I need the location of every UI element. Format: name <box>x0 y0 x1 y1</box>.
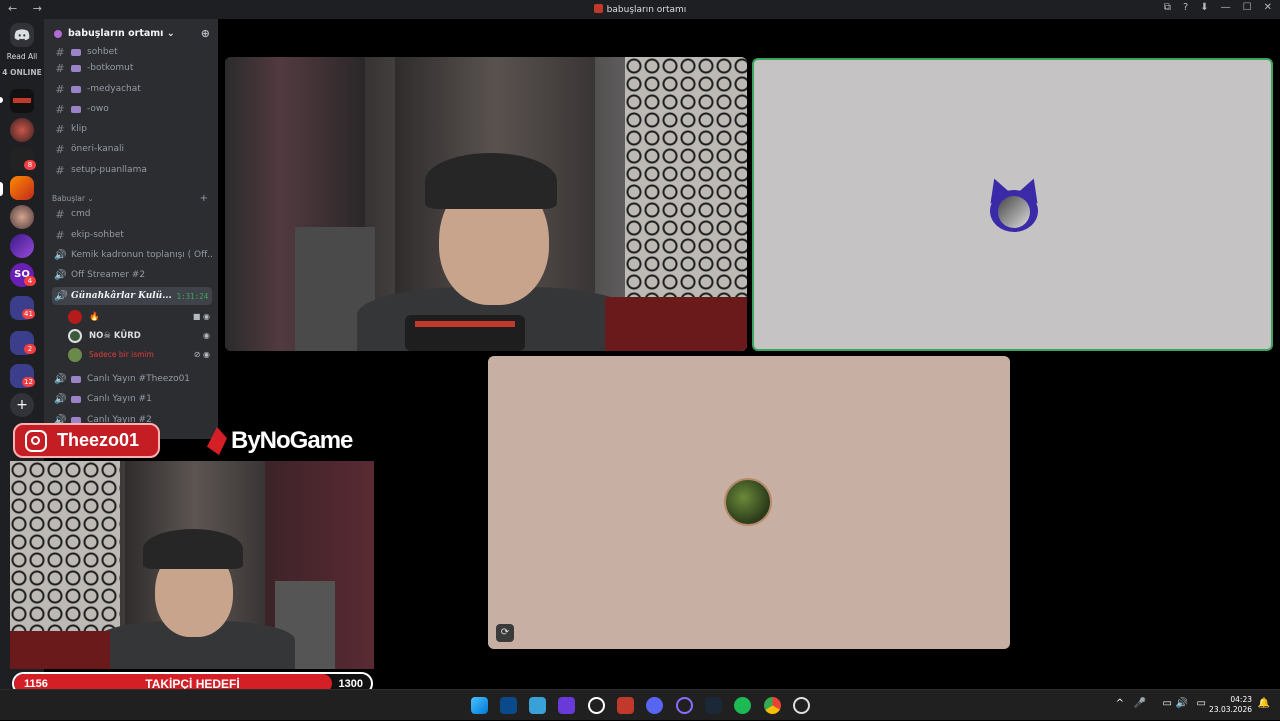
category-babuslar[interactable]: Babuşlar ⌄ + <box>52 193 212 204</box>
channel-oneri[interactable]: # öneri-kanali <box>52 140 212 158</box>
notification-icon[interactable]: 🔔 <box>1258 698 1270 709</box>
user-avatar <box>982 174 1046 234</box>
clock[interactable]: 04:23 23.03.2026 <box>1192 695 1252 715</box>
steam-icon[interactable] <box>705 697 722 714</box>
speaker-icon: 🔊 <box>54 269 67 281</box>
speaker-icon: 🔊 <box>54 373 67 385</box>
channel-botkomut[interactable]: # -botkomut <box>52 59 212 77</box>
obs-icon[interactable] <box>793 697 810 714</box>
unread-badge: 8 <box>24 160 36 170</box>
chrome-icon[interactable] <box>764 697 781 714</box>
add-channel-icon[interactable]: + <box>200 193 208 204</box>
voice-channel-active[interactable]: 🔊 Günahkârlar Kulü... 1:31:24 <box>52 287 212 305</box>
speaker-icon: 🔊 <box>54 249 67 261</box>
sponsor-logo: ByNoGame <box>207 427 353 455</box>
instagram-badge: Theezo01 <box>13 423 160 458</box>
close-button[interactable]: ✕ <box>1264 2 1272 13</box>
voice-channel-kemik[interactable]: 🔊 Kemik kadronun toplanışı ( Off... <box>52 246 212 264</box>
instagram-handle: Theezo01 <box>57 430 140 450</box>
discord-home-icon[interactable] <box>10 23 34 47</box>
hash-icon: # <box>55 122 65 136</box>
hash-icon: # <box>55 82 65 96</box>
server-icon <box>593 4 603 13</box>
volume-icon[interactable]: 🔊 <box>1176 698 1188 709</box>
windows-taskbar: ^ 🎤 ▭ 🔊 ▭ 04:23 23.03.2026 🔔 <box>0 689 1280 720</box>
tray-caret-icon[interactable]: ^ <box>1116 698 1124 709</box>
terminal-icon[interactable] <box>500 697 517 714</box>
hash-icon: # <box>55 228 65 242</box>
server-icon-dragon[interactable] <box>10 118 34 142</box>
bynogame-logo-icon <box>207 427 227 455</box>
server-icon-purple[interactable] <box>10 234 34 258</box>
server-icon-dark[interactable] <box>10 89 34 113</box>
notepad-icon[interactable] <box>529 697 546 714</box>
voicemeeter-icon[interactable] <box>617 697 634 714</box>
status-icon: ◉ <box>203 331 210 340</box>
channel-klip[interactable]: # klip <box>52 120 212 138</box>
spotify-icon[interactable] <box>734 697 751 714</box>
download-icon[interactable]: ⬇ <box>1200 2 1208 13</box>
channel-setup[interactable]: # setup-puanllama <box>52 161 212 179</box>
search-app-icon[interactable] <box>588 697 605 714</box>
window-title-text: babuşların ortamı <box>606 5 687 15</box>
sponsor-name: ByNoGame <box>231 427 353 454</box>
speaker-icon: 🔊 <box>54 290 67 302</box>
unread-badge: 41 <box>22 309 35 319</box>
voice-user[interactable]: Sadece bir ismim ⊘ ◉ <box>68 345 214 364</box>
facecam-overlay <box>10 461 374 669</box>
video-tile-webcam[interactable] <box>225 57 747 351</box>
channel-ekip-sohbet[interactable]: # ekip-sohbet <box>52 226 212 244</box>
hash-icon: # <box>55 142 65 156</box>
help-icon[interactable]: ? <box>1183 2 1188 13</box>
add-server-icon[interactable]: + <box>10 393 34 417</box>
channel-cmd[interactable]: # cmd <box>52 205 212 223</box>
online-count: 4 ONLINE <box>2 68 42 77</box>
voice-channel-canli-1[interactable]: 🔊 Canlı Yayın #1 <box>52 390 212 408</box>
start-icon[interactable] <box>471 697 488 714</box>
server-icon-fire[interactable] <box>10 176 34 200</box>
discord-icon[interactable] <box>646 697 663 714</box>
window-title: babuşların ortamı <box>0 4 1280 15</box>
hash-icon: # <box>55 45 65 59</box>
screen-share-icon[interactable]: ⧉ <box>1164 2 1171 13</box>
minimize-button[interactable]: — <box>1221 2 1231 13</box>
voice-user[interactable]: NO☠ KÜRD ◉ <box>68 326 214 345</box>
apps-icon[interactable] <box>558 697 575 714</box>
channel-owo[interactable]: # -owo <box>52 100 212 118</box>
unread-badge: 2 <box>24 344 36 354</box>
voice-user[interactable]: 🔥 ■ ◉ <box>68 307 214 326</box>
user-avatar <box>724 478 772 526</box>
add-member-icon[interactable]: ⊕ <box>201 27 210 40</box>
unread-badge: 12 <box>22 377 35 387</box>
network-icon[interactable]: ▭ <box>1163 698 1172 709</box>
unread-badge: 4 <box>24 276 36 286</box>
channel-medyachat[interactable]: # -medyachat <box>52 80 212 98</box>
video-icon: ■ ◉ <box>192 312 210 321</box>
read-all-button[interactable]: Read All <box>0 52 44 61</box>
speaker-icon: 🔊 <box>54 393 67 405</box>
hash-icon: # <box>55 207 65 221</box>
voice-channel-canli-theezo[interactable]: 🔊 Canlı Yayın #Theezo01 <box>52 370 212 388</box>
instagram-icon <box>25 429 47 452</box>
video-tile-avatar-speaking[interactable] <box>752 58 1273 351</box>
hash-icon: # <box>55 163 65 177</box>
window-titlebar: ← → babuşların ortamı ⧉ ? ⬇ — ☐ ✕ <box>0 0 1280 19</box>
assistant-icon[interactable] <box>676 697 693 714</box>
window-controls: ⧉ ? ⬇ — ☐ ✕ <box>1164 2 1272 13</box>
hash-icon: # <box>55 102 65 116</box>
maximize-button[interactable]: ☐ <box>1243 2 1252 13</box>
deafened-icon: ⊘ ◉ <box>193 350 210 359</box>
video-tile-avatar[interactable]: ⟳ <box>488 356 1010 649</box>
soundboard-icon[interactable]: ⟳ <box>496 624 514 642</box>
microphone-icon[interactable]: 🎤 <box>1134 698 1146 709</box>
channel-sidebar: babuşların ortamı ⌄ ⊕ # sohbet # -botkomut … <box>44 19 218 439</box>
server-icon-photo[interactable] <box>10 205 34 229</box>
call-timer: 1:31:24 <box>176 291 209 301</box>
hash-icon: # <box>55 61 65 75</box>
voice-channel-off-streamer[interactable]: 🔊 Off Streamer #2 <box>52 266 212 284</box>
